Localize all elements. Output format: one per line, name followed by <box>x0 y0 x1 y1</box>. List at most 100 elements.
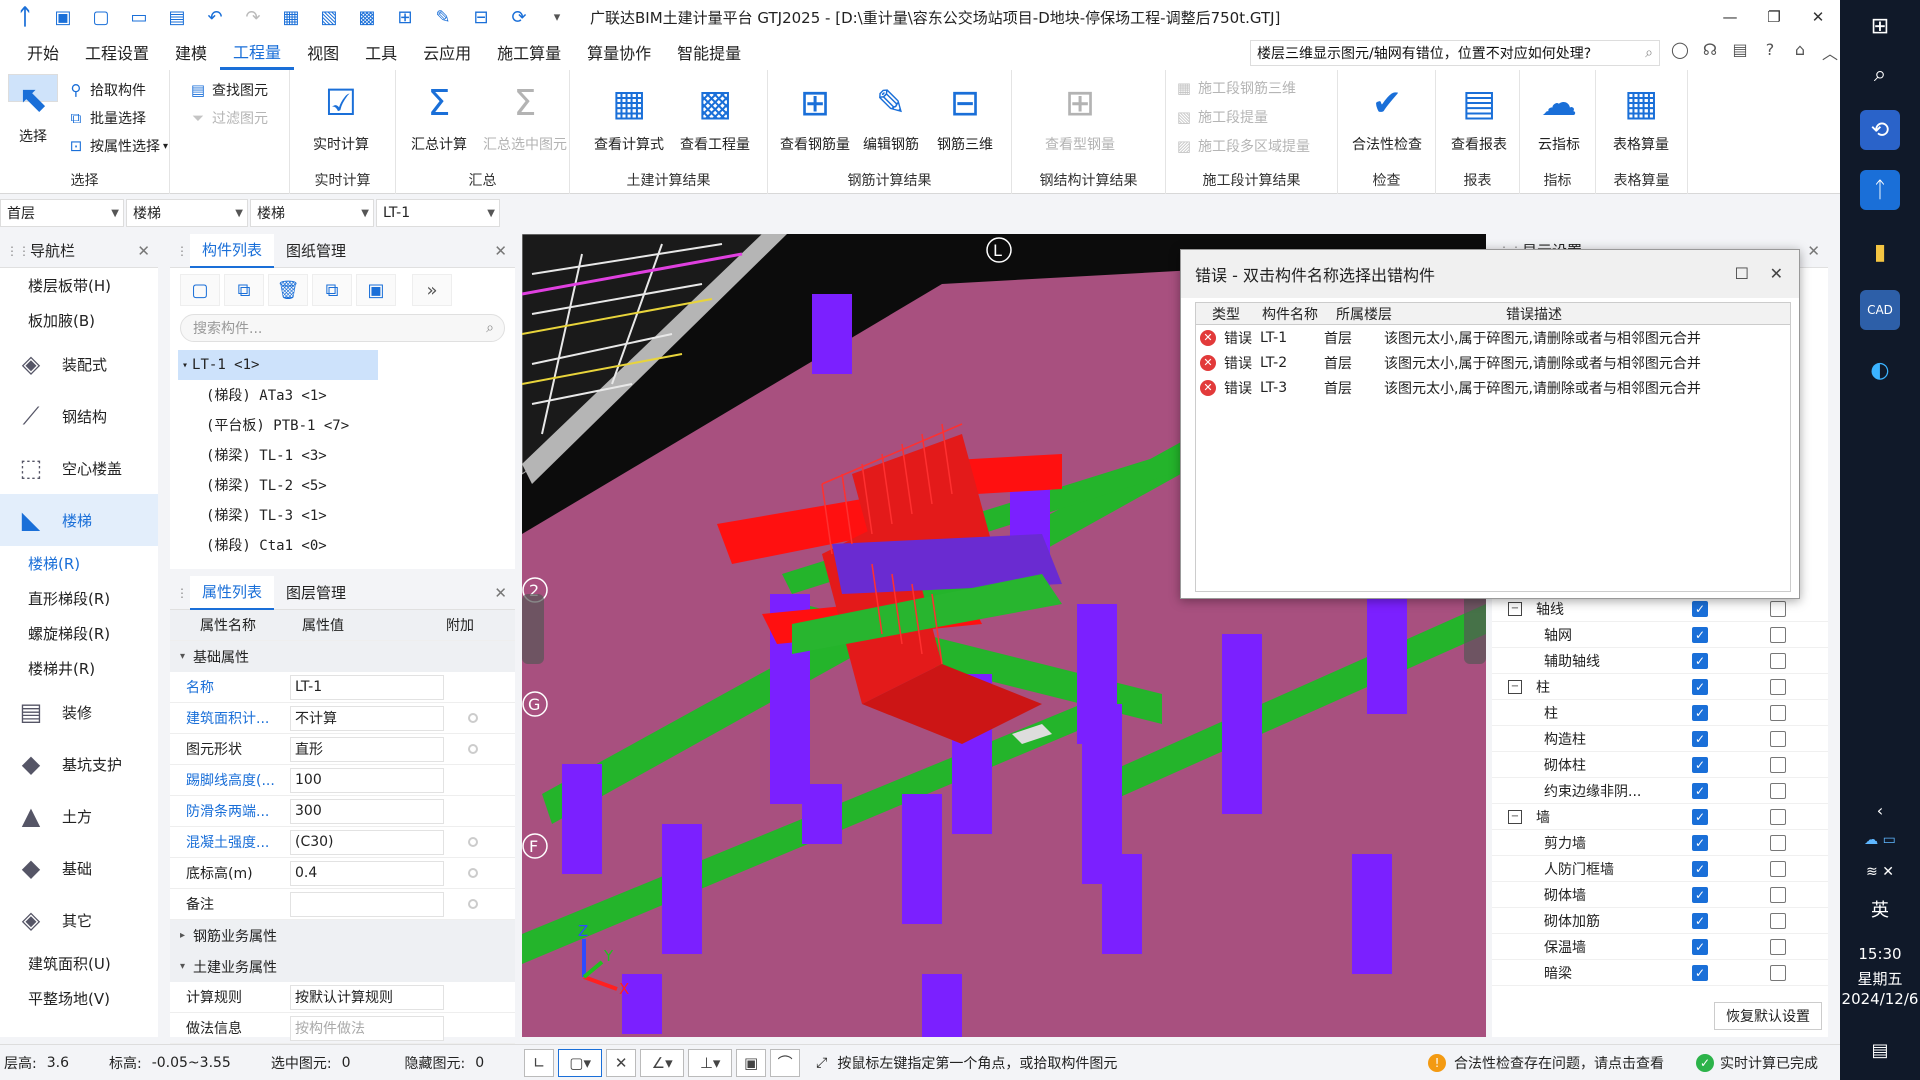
tree-item[interactable]: (梯段) Cta1 <0> <box>170 530 515 560</box>
edit-rebar-button[interactable]: ✎ 编辑钢筋 <box>850 74 932 164</box>
select-button[interactable]: ⬉ 选择 <box>8 74 58 145</box>
error-row[interactable]: ✕ 错误 LT-3 首层 该图元太小,属于碎图元,请删除或者与相邻图元合并 <box>1196 375 1790 400</box>
notification-icon[interactable]: ▤ <box>1860 1030 1900 1070</box>
layer-icon[interactable]: ▧ <box>315 5 343 29</box>
nav-cat-steel[interactable]: ⟋ 钢结构 <box>0 390 158 442</box>
select-mode-icon[interactable]: ▢▾ <box>558 1048 603 1077</box>
help-icon[interactable]: ? <box>1755 40 1785 64</box>
name-checkbox[interactable] <box>1770 782 1786 799</box>
show-checkbox[interactable]: ✓ <box>1692 860 1708 877</box>
tree-item[interactable]: (梯梁) TL-1 <3> <box>170 440 515 470</box>
cad-icon[interactable]: CAD <box>1860 290 1900 330</box>
collapse-icon[interactable]: − <box>1508 679 1522 694</box>
close-icon[interactable]: ✕ <box>494 242 507 260</box>
name-checkbox[interactable] <box>1770 730 1786 747</box>
nav-item-stairwell[interactable]: 楼梯井(R) <box>0 651 158 686</box>
vis-item-row[interactable]: 保温墙 ✓ <box>1492 934 1828 960</box>
section-basic[interactable]: ▾ 基础属性 <box>170 641 515 672</box>
nav-cat-decoration[interactable]: ▤ 装修 <box>0 686 158 738</box>
show-checkbox[interactable]: ✓ <box>1692 834 1708 851</box>
windows-start-icon[interactable]: ⊞ <box>1860 6 1900 46</box>
right-panel-toggle[interactable] <box>1464 594 1486 664</box>
tree-icon[interactable]: ⊞ <box>391 5 419 29</box>
search-icon[interactable]: ⌕ <box>486 320 494 336</box>
legality-warning-link[interactable]: 合法性检查存在问题，请点击查看 <box>1454 1053 1664 1073</box>
filter-element-button[interactable]: ⏷ 过滤图元 <box>188 106 268 130</box>
name-checkbox[interactable] <box>1770 912 1786 929</box>
new-component-icon[interactable]: ▢ <box>180 274 220 306</box>
left-panel-toggle[interactable] <box>522 594 544 664</box>
vis-item-row[interactable]: 人防门框墙 ✓ <box>1492 856 1828 882</box>
file-explorer-icon[interactable]: ▮ <box>1860 232 1900 272</box>
property-value-field[interactable]: 按构件做法 <box>290 1015 444 1041</box>
show-checkbox[interactable]: ✓ <box>1692 678 1708 695</box>
error-row[interactable]: ✕ 错误 LT-2 首层 该图元太小,属于碎图元,请删除或者与相邻图元合并 <box>1196 350 1790 375</box>
maximize-icon[interactable]: ❐ <box>1752 0 1796 34</box>
search-icon[interactable]: ⌕ <box>1860 54 1900 94</box>
edge-icon[interactable]: ◐ <box>1860 350 1900 390</box>
show-checkbox[interactable]: ✓ <box>1692 938 1708 955</box>
section-quantity-button[interactable]: ▧ 施工段提量 <box>1174 105 1268 129</box>
name-checkbox[interactable] <box>1770 964 1786 981</box>
warning-icon[interactable]: ! <box>1428 1053 1446 1072</box>
open-project-icon[interactable]: ▣ <box>49 5 77 29</box>
batch-select-button[interactable]: ⧉ 批量选择 <box>66 106 146 130</box>
collapse-icon[interactable]: − <box>1508 601 1522 616</box>
nav-item-slab-haunch[interactable]: 板加腋(B) <box>0 303 158 338</box>
draw-icon[interactable]: ✎ <box>429 5 457 29</box>
vis-item-row[interactable]: 暗梁 ✓ <box>1492 960 1828 986</box>
vis-item-row[interactable]: 砌体加筋 ✓ <box>1492 908 1828 934</box>
realtime-calc-button[interactable]: ☑ 实时计算 <box>300 74 382 164</box>
new-icon[interactable]: ▢ <box>87 5 115 29</box>
redo-icon[interactable]: ↷ <box>239 5 267 29</box>
name-checkbox[interactable] <box>1770 938 1786 955</box>
search-icon[interactable]: ⌕ <box>1645 45 1653 61</box>
skin-icon[interactable]: ⌂ <box>1785 40 1815 64</box>
more-icon[interactable]: ▾ <box>543 5 571 29</box>
close-icon[interactable]: ✕ <box>1807 242 1820 260</box>
show-checkbox[interactable]: ✓ <box>1692 730 1708 747</box>
show-checkbox[interactable]: ✓ <box>1692 600 1708 617</box>
duplicate-icon[interactable]: ⧉ <box>312 274 352 306</box>
vis-item-row[interactable]: 构造柱 ✓ <box>1492 726 1828 752</box>
select-by-property-button[interactable]: ⊡ 按属性选择 ▾ <box>66 134 168 158</box>
name-checkbox[interactable] <box>1770 756 1786 773</box>
vis-item-row[interactable]: 砌体墙 ✓ <box>1492 882 1828 908</box>
name-checkbox[interactable] <box>1770 808 1786 825</box>
cloud-index-button[interactable]: ☁ 云指标 <box>1518 74 1600 164</box>
property-value-field[interactable]: LT-1 <box>290 674 444 700</box>
drag-handle-icon[interactable]: ⋮⋮ <box>176 586 200 600</box>
ime-indicator[interactable]: 英 <box>1840 896 1920 922</box>
menu-construction[interactable]: 施工算量 <box>484 34 574 70</box>
layer-copy-icon[interactable]: ▣ <box>356 274 396 306</box>
delete-icon[interactable]: 🗑 <box>268 274 308 306</box>
vis-item-row[interactable]: 轴网 ✓ <box>1492 622 1828 648</box>
message-icon[interactable]: ▤ <box>1725 40 1755 64</box>
component-select[interactable]: LT-1 ▼ <box>376 199 500 227</box>
attach-radio[interactable] <box>468 899 478 909</box>
menu-cloud[interactable]: 云应用 <box>410 34 484 70</box>
tree-item[interactable]: (梯段) ATa3 <1> <box>170 380 515 410</box>
arc-icon[interactable]: ⌒ <box>770 1048 801 1077</box>
pick-component-button[interactable]: ⚲ 拾取构件 <box>66 78 147 102</box>
wifi-volume-icon[interactable]: ≋ ✕ <box>1860 852 1900 892</box>
nav-item-spiral-flight[interactable]: 螺旋梯段(R) <box>0 616 158 651</box>
name-checkbox[interactable] <box>1770 600 1786 617</box>
find-element-button[interactable]: ▤ 查找图元 <box>188 78 268 102</box>
view-report-button[interactable]: ▤ 查看报表 <box>1438 74 1520 164</box>
tab-layer-manage[interactable]: 图层管理 <box>274 576 358 610</box>
nav-cat-earthwork[interactable]: ▲ 土方 <box>0 790 158 842</box>
property-value-field[interactable] <box>290 891 444 917</box>
attach-radio[interactable] <box>468 837 478 847</box>
section-multi-area-button[interactable]: ▨ 施工段多区域提量 <box>1174 134 1310 158</box>
clock-time[interactable]: 15:30 <box>1840 945 1920 963</box>
nav-cat-stair[interactable]: ◣ 楼梯 <box>0 494 158 546</box>
nav-item-stair[interactable]: 楼梯(R) <box>0 546 158 581</box>
tab-component-list[interactable]: 构件列表 <box>190 233 275 268</box>
cross-icon[interactable]: ✕ <box>606 1048 637 1077</box>
section-civil[interactable]: ▾ 土建业务属性 <box>170 951 515 982</box>
headset-icon[interactable]: ☊ <box>1695 40 1725 64</box>
menu-start[interactable]: 开始 <box>14 34 72 70</box>
name-checkbox[interactable] <box>1770 678 1786 695</box>
close-icon[interactable]: ✕ <box>494 584 507 602</box>
